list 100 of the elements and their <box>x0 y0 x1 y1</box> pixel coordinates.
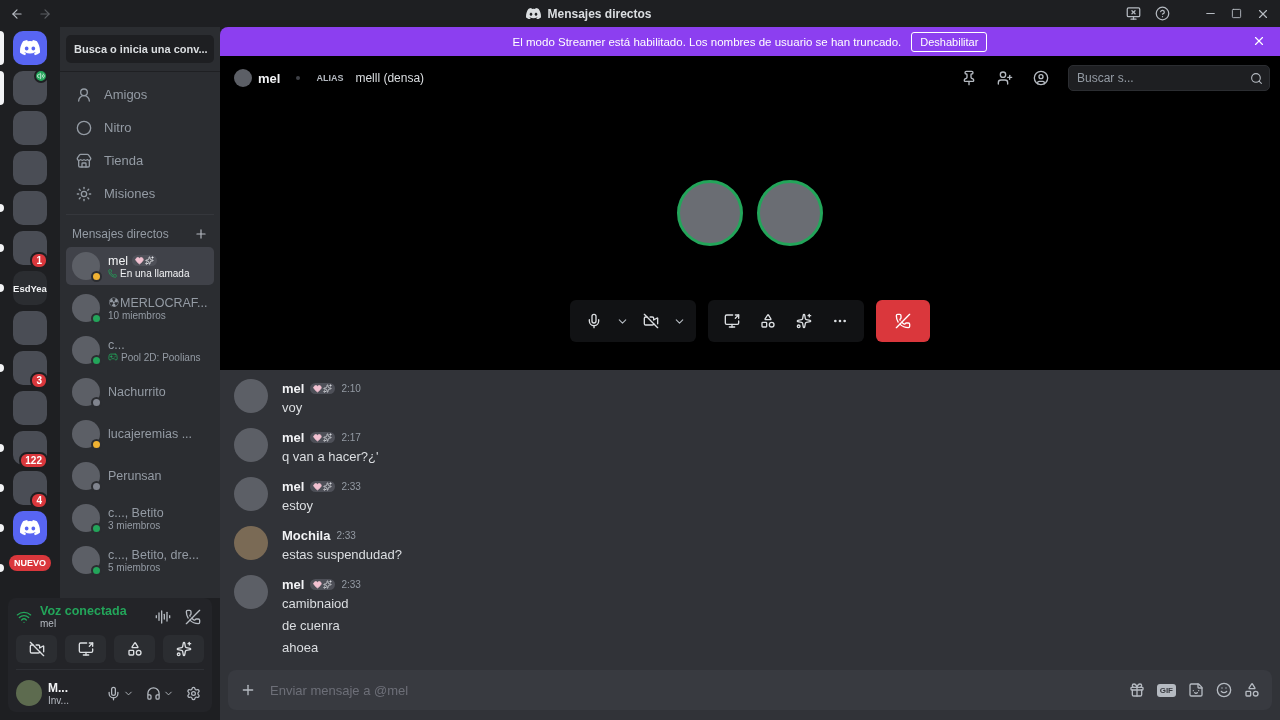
search-field[interactable]: Buscar s... <box>1068 65 1270 91</box>
message-text: estas suspendudad? <box>282 546 402 564</box>
avatar <box>72 336 100 364</box>
phone-icon <box>108 268 117 278</box>
discord-server-button[interactable] <box>13 31 47 65</box>
sparkles-icon <box>796 313 812 329</box>
channel-name: mel <box>258 70 281 86</box>
sparkles-icon <box>175 641 192 657</box>
alias-value: melll (densa) <box>355 71 425 85</box>
voice-status: Voz conectada <box>40 604 128 618</box>
search-input[interactable]: Buscar s... <box>1075 70 1250 86</box>
streamer-banner: El modo Streamer está habilitado. Los nombres de usuario se han truncado. Deshabilitar <box>220 27 1280 56</box>
server-icon[interactable]: EsdYea <box>13 271 47 305</box>
sound-wave-icon <box>155 608 171 625</box>
message-time: 2:10 <box>341 382 361 394</box>
message-time: 2:33 <box>341 578 361 590</box>
hang-up-icon <box>895 313 911 329</box>
dm-item[interactable]: lucajeremias ... <box>66 415 214 453</box>
dm-item[interactable]: Perunsan <box>66 457 214 495</box>
search-icon <box>1250 71 1263 85</box>
close-icon <box>1252 34 1266 48</box>
search-button[interactable]: Busca o inicia una conv... <box>66 35 214 63</box>
avatar <box>72 378 100 406</box>
screen-button[interactable] <box>1124 4 1143 23</box>
message-text: estoy <box>282 497 315 515</box>
help-icon <box>1155 6 1170 21</box>
headphones-icon <box>146 685 161 701</box>
avatar <box>234 428 268 462</box>
soundboard-button[interactable] <box>163 635 204 663</box>
discord-server-button[interactable] <box>13 511 47 545</box>
shapes-icon <box>760 313 776 329</box>
message-author: mel <box>282 478 305 494</box>
activities-button[interactable] <box>114 635 155 663</box>
screen-share-icon <box>724 313 740 329</box>
message-author: mel <box>282 429 305 445</box>
apps-icon[interactable] <box>1244 682 1260 698</box>
message-text: camibnaiod <box>282 595 350 613</box>
camera-off-icon <box>28 641 45 657</box>
avatar <box>234 575 268 609</box>
help-button[interactable] <box>1153 4 1172 23</box>
add-icon[interactable] <box>240 682 256 698</box>
voice-channel: mel <box>40 618 58 629</box>
dm-item[interactable]: c... Pool 2D: Poolians <box>66 331 214 369</box>
discord-logo-icon <box>526 7 542 20</box>
add-icon[interactable] <box>194 227 208 241</box>
screen-share-button[interactable] <box>65 635 106 663</box>
gif-button[interactable]: GIF <box>1156 683 1176 697</box>
screen-share-icon <box>77 641 94 657</box>
nav-item[interactable]: Nitro <box>66 111 214 144</box>
monitor-icon <box>1126 6 1141 21</box>
message-time: 2:33 <box>341 480 361 492</box>
avatar <box>72 252 100 280</box>
server-icon[interactable] <box>13 471 47 505</box>
profile-icon <box>1033 70 1049 86</box>
shapes-icon <box>126 641 143 657</box>
end-call-button[interactable] <box>876 300 930 342</box>
message-text: ahoea <box>282 639 320 657</box>
gift-icon[interactable] <box>1128 682 1145 698</box>
emoji-icon[interactable] <box>1216 682 1232 698</box>
sticker-icon[interactable] <box>1188 682 1204 698</box>
avatar <box>234 526 268 560</box>
discord-logo-icon <box>20 40 40 56</box>
dm-item[interactable]: c..., Betito, dre... 5 miembros <box>66 541 214 579</box>
avatar <box>234 69 252 87</box>
avatar <box>72 546 100 574</box>
server-icon[interactable] <box>13 71 47 105</box>
add-user-icon <box>997 70 1013 86</box>
message-text: voy <box>282 399 304 417</box>
nav-item[interactable]: Misiones <box>66 177 214 210</box>
nav-item[interactable]: Amigos <box>66 78 214 111</box>
unread-count-badge: 3 <box>30 372 48 389</box>
dm-item[interactable]: Nachurrito <box>66 373 214 411</box>
unread-count-badge: 122 <box>19 452 48 469</box>
person-icon <box>76 86 92 103</box>
disable-button[interactable]: Deshabilitar <box>911 31 988 52</box>
message-input[interactable]: Enviar mensaje a @mel GIF <box>228 670 1272 710</box>
dm-item[interactable]: mel En una llamada <box>66 247 214 285</box>
user-name: M... <box>48 680 69 695</box>
dm-item[interactable]: ☢MERLOCRAF... 10 miembros <box>66 289 214 327</box>
avatar <box>72 462 100 490</box>
section-heading: Mensajes directos <box>72 227 169 241</box>
discord-logo-icon <box>20 520 40 536</box>
dm-item[interactable]: c..., Betito 3 miembros <box>66 499 214 537</box>
alias-label: ALIAS <box>316 73 344 83</box>
unread-count-badge: 1 <box>30 252 48 269</box>
new-badge: NUEVO <box>9 555 51 571</box>
close-button[interactable] <box>1252 34 1266 48</box>
server-icon[interactable] <box>13 351 47 385</box>
maximize-icon <box>1231 8 1242 19</box>
message-author: Mochila <box>282 527 331 543</box>
microphone-icon <box>586 313 602 329</box>
unread-count-badge: 4 <box>30 492 48 509</box>
avatar <box>72 504 100 532</box>
avatar <box>234 379 268 413</box>
maximize-button[interactable] <box>1229 6 1244 21</box>
gamepad-icon <box>108 352 118 362</box>
shop-icon <box>76 152 92 169</box>
window-title: Mensajes directos <box>547 6 652 21</box>
camera-off-button[interactable] <box>16 635 57 663</box>
nav-item[interactable]: Tienda <box>66 144 214 177</box>
